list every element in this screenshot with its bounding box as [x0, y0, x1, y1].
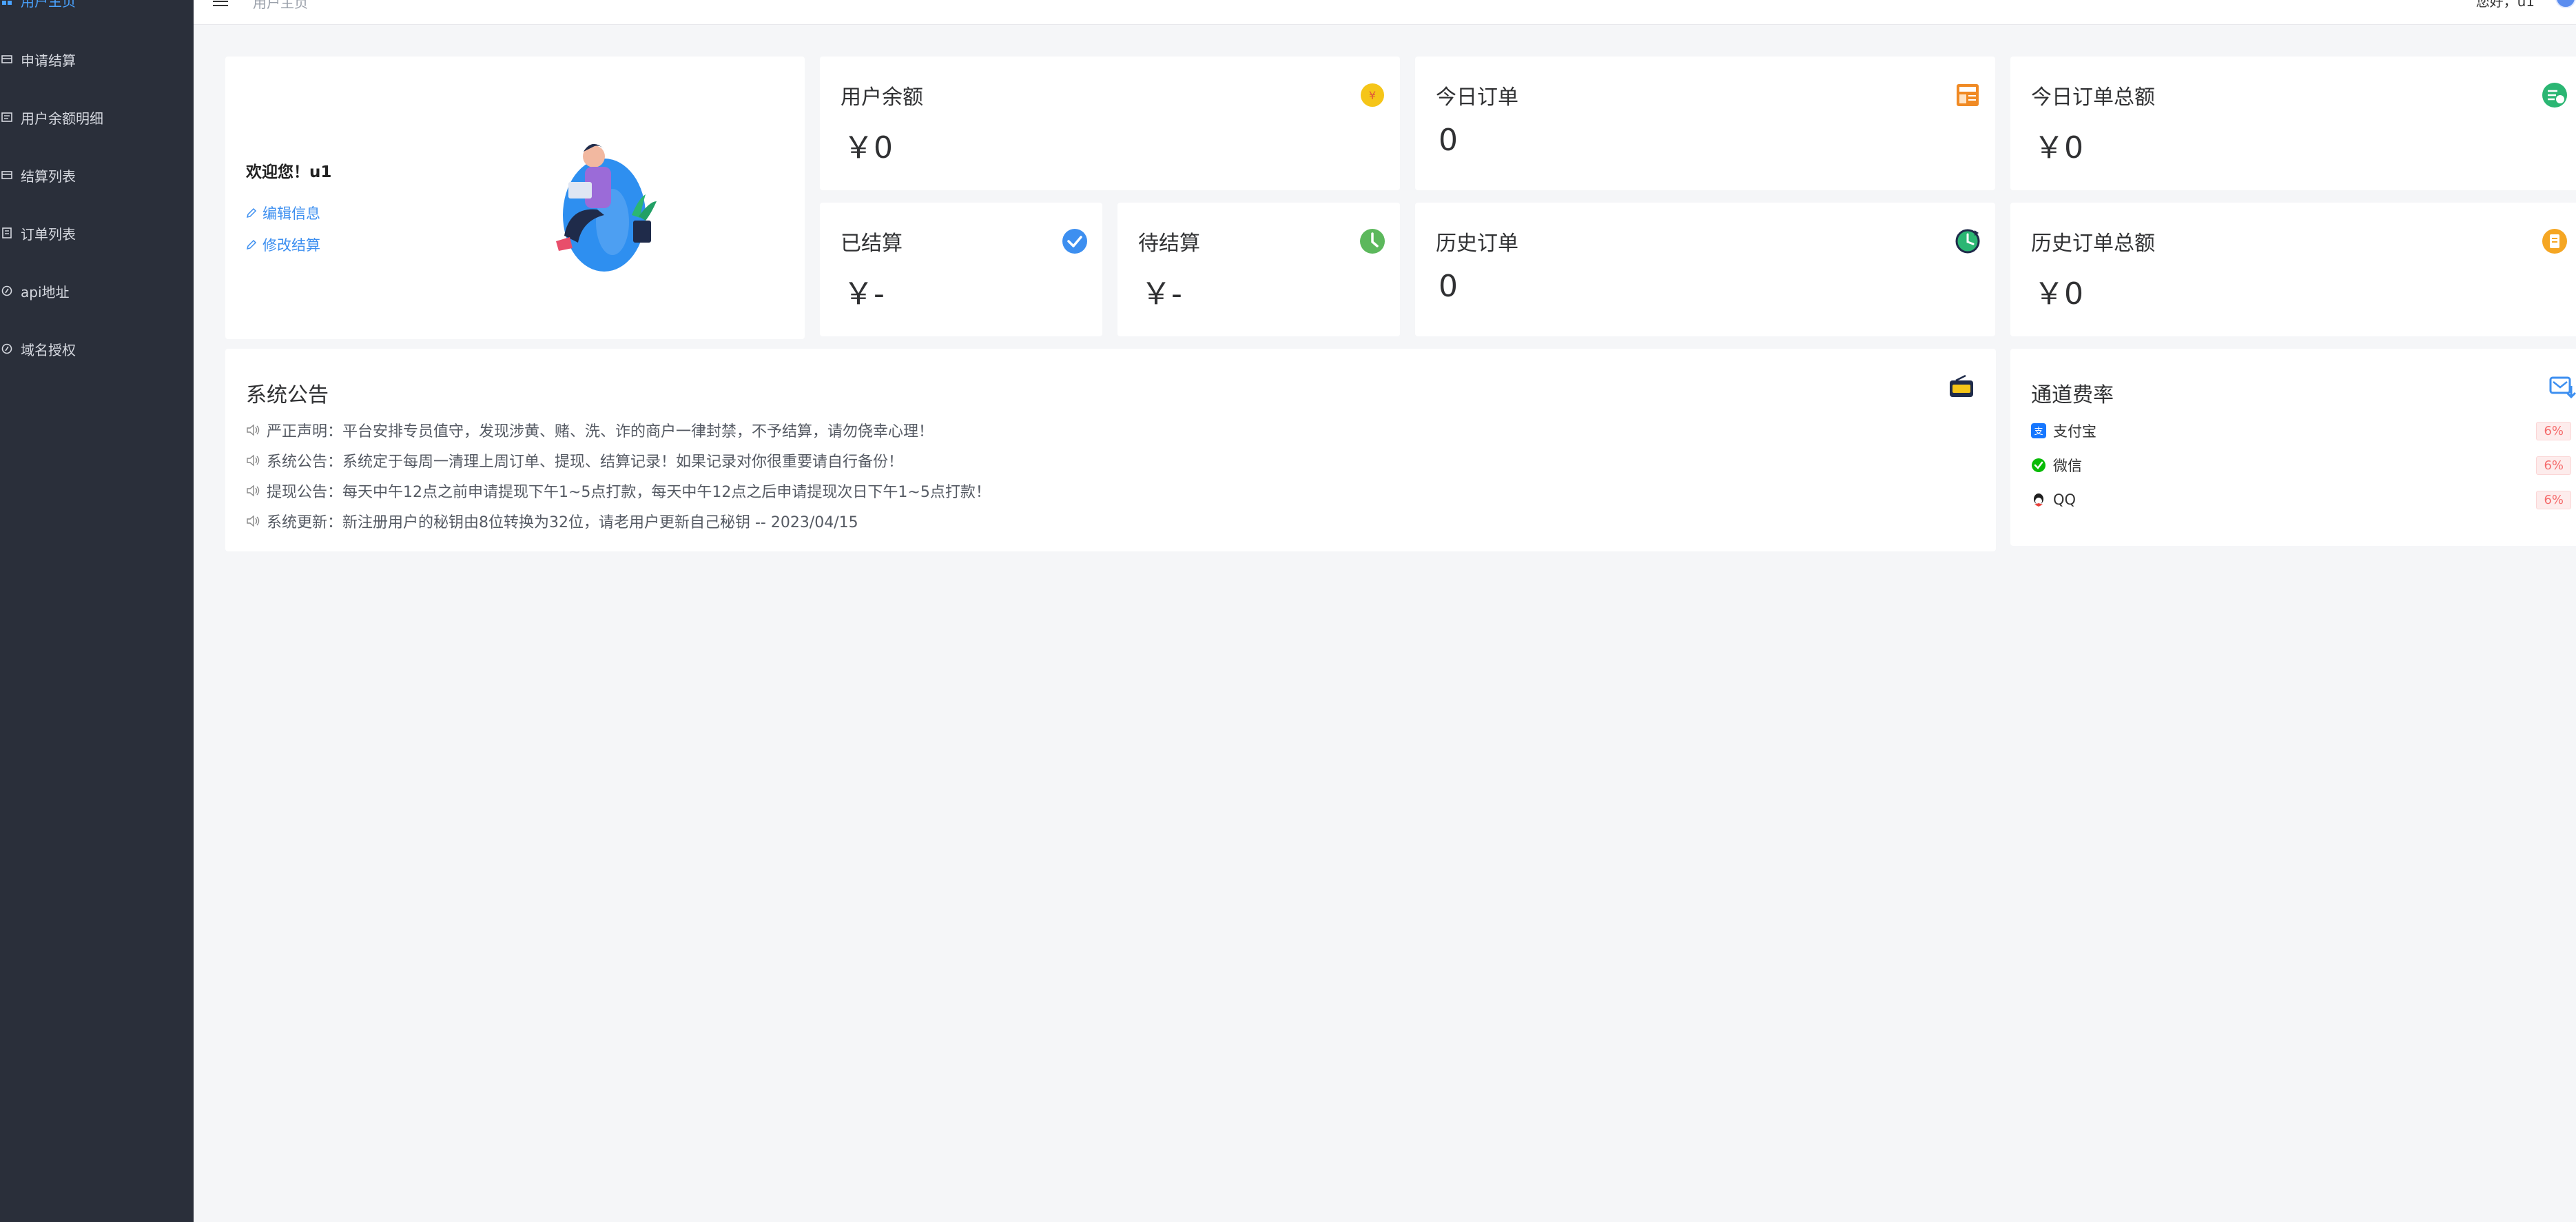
sidebar-item-domain-auth[interactable]: 域名授权 — [0, 331, 76, 367]
compass-icon — [1, 343, 12, 354]
rate-badge: 6% — [2536, 456, 2571, 475]
welcome-text: 欢迎您！u1 — [246, 163, 332, 181]
notice-text: 系统更新：新注册用户的秘钥由8位转换为32位，请老用户更新自己秘钥 -- 202… — [267, 514, 858, 531]
speaker-icon — [247, 515, 260, 527]
notice-text: 提现公告：每天中午12点之前申请提现下午1~5点打款，每天中午12点之后申请提现… — [267, 484, 991, 501]
wechat-icon — [2032, 458, 2046, 472]
speaker-icon — [247, 454, 260, 467]
rate-card: 通道费率 支 支付宝 6% 微信 6% QQ 6% — [2010, 349, 2576, 546]
rate-name: QQ — [2053, 491, 2077, 508]
document-icon — [2, 227, 12, 238]
speaker-icon — [247, 424, 260, 436]
sidebar-item-label: 申请结算 — [21, 52, 76, 69]
svg-text:¥: ¥ — [1369, 89, 1376, 102]
new-order-icon — [1957, 84, 1979, 106]
stat-value: ￥- — [843, 276, 885, 312]
avatar[interactable] — [2555, 0, 2576, 8]
money-list-icon — [2542, 83, 2567, 108]
rate-row-alipay: 支 支付宝 6% — [2031, 419, 2571, 442]
radio-icon — [1950, 374, 1973, 397]
edit-info-link[interactable]: 编辑信息 — [246, 203, 320, 223]
notice-item: 系统更新：新注册用户的秘钥由8位转换为32位，请老用户更新自己秘钥 -- 202… — [246, 510, 858, 532]
sidebar-item-label: 域名授权 — [21, 341, 76, 358]
coin-icon: ¥ — [1361, 83, 1384, 107]
sidebar-item-settle-list[interactable]: 结算列表 — [0, 157, 76, 193]
edit-settle-link[interactable]: 修改结算 — [246, 234, 320, 255]
sidebar-item-dashboard[interactable]: 用户主页 — [0, 0, 76, 18]
menu-icon[interactable] — [213, 0, 228, 10]
user-greeting[interactable]: 您好，u1 — [2476, 0, 2535, 10]
dashboard-icon — [2, 1, 12, 5]
rate-name: 微信 — [2053, 458, 2082, 474]
clock-icon — [1360, 229, 1385, 254]
receipt-icon — [2542, 229, 2567, 254]
transfer-icon — [2549, 376, 2576, 399]
notice-text: 严正声明：平台安排专员值守，发现涉黄、赌、洗、诈的商户一律封禁，不予结算，请勿侥… — [267, 423, 934, 440]
sidebar-item-apply-settle[interactable]: 申请结算 — [0, 41, 76, 77]
stat-value: ￥0 — [2034, 130, 2083, 165]
welcome-card: 欢迎您！u1 编辑信息 修改结算 — [225, 57, 805, 339]
stat-value: 0 — [1439, 269, 1458, 304]
rate-badge: 6% — [2536, 490, 2571, 509]
edit-settle-label: 修改结算 — [262, 237, 320, 254]
notice-item: 提现公告：每天中午12点之前申请提现下午1~5点打款，每天中午12点之后申请提现… — [246, 480, 991, 502]
stat-label: 用户余额 — [841, 85, 923, 110]
stat-label: 历史订单 — [1436, 232, 1518, 256]
stat-card-balance: 用户余额 ￥0 ¥ — [820, 57, 1400, 190]
sidebar-item-api[interactable]: api地址 — [0, 273, 70, 309]
rate-row-wechat: 微信 6% — [2031, 454, 2571, 477]
notice-title: 系统公告 — [246, 383, 329, 407]
sidebar-item-label: 用户主页 — [21, 0, 76, 10]
rate-badge: 6% — [2536, 421, 2571, 440]
check-circle-icon — [1062, 229, 1087, 254]
qq-icon — [2034, 493, 2043, 507]
stat-value: ￥- — [1141, 276, 1182, 312]
sidebar-item-order-list[interactable]: 订单列表 — [0, 215, 76, 251]
stat-card-settled: 已结算 ￥- — [820, 203, 1102, 336]
stat-value: ￥0 — [2034, 276, 2083, 312]
notice-item: 系统公告：系统定于每周一清理上周订单、提现、结算记录！如果记录对你很重要请自行备… — [246, 449, 903, 471]
stat-label: 已结算 — [841, 232, 903, 256]
stat-card-today-orders: 今日订单 0 — [1415, 57, 1995, 190]
alipay-icon: 支 — [2031, 423, 2046, 438]
top-header: 用户主页 您好，u1 — [194, 0, 2576, 25]
sidebar-item-balance-detail[interactable]: 用户余额明细 — [0, 99, 103, 135]
stat-label: 历史订单总额 — [2031, 232, 2155, 256]
svg-text:支: 支 — [2034, 427, 2043, 437]
wallet-icon — [1, 55, 12, 63]
stat-card-today-total: 今日订单总额 ￥0 — [2010, 57, 2576, 190]
stat-card-history-orders: 历史订单 0 — [1415, 203, 1995, 336]
stat-value: ￥0 — [843, 130, 893, 165]
sidebar-item-label: api地址 — [21, 283, 70, 301]
edit-icon — [246, 239, 257, 250]
stat-card-pending: 待结算 ￥- — [1117, 203, 1400, 336]
stat-label: 今日订单 — [1436, 85, 1518, 110]
notice-text: 系统公告：系统定于每周一清理上周订单、提现、结算记录！如果记录对你很重要请自行备… — [267, 454, 904, 471]
list-icon — [1, 112, 12, 122]
sidebar-item-label: 订单列表 — [21, 225, 76, 243]
rate-title: 通道费率 — [2031, 383, 2114, 407]
sidebar-item-label: 用户余额明细 — [21, 110, 103, 127]
speaker-icon — [247, 485, 260, 497]
sidebar-item-label: 结算列表 — [21, 167, 76, 185]
sidebar: 用户主页 申请结算 用户余额明细 结算列表 订单列表 api地址 域名授权 — [0, 0, 194, 1222]
rate-name: 支付宝 — [2053, 423, 2096, 440]
breadcrumb[interactable]: 用户主页 — [253, 0, 308, 12]
stat-label: 待结算 — [1138, 232, 1200, 256]
wallet-icon — [1, 171, 12, 179]
stat-label: 今日订单总额 — [2031, 85, 2155, 110]
edit-info-label: 编辑信息 — [262, 205, 320, 222]
notice-item: 严正声明：平台安排专员值守，发现涉黄、赌、洗、诈的商户一律封禁，不予结算，请勿侥… — [246, 419, 934, 441]
stat-value: 0 — [1439, 123, 1458, 158]
welcome-illustration — [556, 143, 657, 272]
edit-icon — [246, 207, 257, 218]
history-clock-icon — [1955, 229, 1980, 254]
compass-icon — [1, 285, 12, 296]
rate-row-qq: QQ 6% — [2031, 488, 2571, 511]
stat-card-history-total: 历史订单总额 ￥0 — [2010, 203, 2576, 336]
notice-card: 系统公告 严正声明：平台安排专员值守，发现涉黄、赌、洗、诈的商户一律封禁，不予结… — [225, 349, 1996, 551]
